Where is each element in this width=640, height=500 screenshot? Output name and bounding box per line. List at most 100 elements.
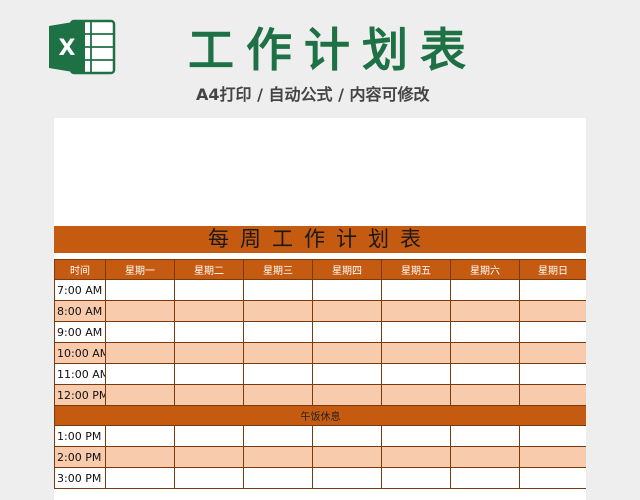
plan-cell[interactable] [174,342,244,364]
table-row: 9:00 AM [54,321,586,343]
plan-cell[interactable] [450,300,520,322]
column-header-day: 星期二 [174,259,244,280]
plan-cell[interactable] [105,279,175,301]
plan-cell[interactable] [105,363,175,385]
plan-cell[interactable] [105,300,175,322]
time-cell: 10:00 AM [54,342,106,364]
plan-cell[interactable] [174,467,244,489]
plan-cell[interactable] [243,467,313,489]
excel-logo-letter: X [59,36,76,61]
time-cell: 12:00 PM [54,384,106,406]
lunch-break-row: 午饭休息 [54,405,586,426]
plan-cell[interactable] [105,342,175,364]
table-row: 11:00 AM [54,363,586,385]
plan-cell[interactable] [381,467,451,489]
spreadsheet-preview: 每周工作计划表 时间 星期一 星期二 星期三 星期四 星期五 星期六 星期日 7:00 AM 8… [54,118,586,500]
plan-cell[interactable] [174,446,244,468]
time-cell: 9:00 AM [54,321,106,343]
time-cell: 3:00 PM [54,467,106,489]
time-cell: 1:00 PM [54,425,106,447]
plan-cell[interactable] [381,279,451,301]
plan-cell[interactable] [243,363,313,385]
weekly-plan-table: 时间 星期一 星期二 星期三 星期四 星期五 星期六 星期日 7:00 AM 8:00 AM 9:… [54,259,586,489]
plan-cell[interactable] [450,425,520,447]
plan-cell[interactable] [243,425,313,447]
plan-cell[interactable] [312,279,382,301]
column-header-day: 星期三 [243,259,313,280]
plan-cell[interactable] [312,300,382,322]
plan-cell[interactable] [243,279,313,301]
plan-cell[interactable] [312,321,382,343]
plan-cell[interactable] [381,300,451,322]
plan-cell[interactable] [450,321,520,343]
table-row: 7:00 AM [54,279,586,301]
plan-cell[interactable] [174,384,244,406]
plan-cell[interactable] [519,279,586,301]
plan-cell[interactable] [312,384,382,406]
time-cell: 8:00 AM [54,300,106,322]
column-header-day: 星期一 [105,259,175,280]
plan-cell[interactable] [174,321,244,343]
plan-cell[interactable] [312,342,382,364]
plan-cell[interactable] [519,321,586,343]
time-cell: 2:00 PM [54,446,106,468]
table-header-row: 时间 星期一 星期二 星期三 星期四 星期五 星期六 星期日 [54,259,586,280]
sheet-title: 每周工作计划表 [54,226,586,253]
plan-cell[interactable] [450,342,520,364]
column-header-day: 星期四 [312,259,382,280]
plan-cell[interactable] [312,446,382,468]
plan-cell[interactable] [312,467,382,489]
plan-cell[interactable] [105,384,175,406]
plan-cell[interactable] [450,446,520,468]
plan-cell[interactable] [105,446,175,468]
plan-cell[interactable] [519,425,586,447]
plan-cell[interactable] [312,363,382,385]
plan-cell[interactable] [519,300,586,322]
plan-cell[interactable] [450,467,520,489]
plan-cell[interactable] [243,321,313,343]
table-row: 12:00 PM [54,384,586,406]
plan-cell[interactable] [381,425,451,447]
time-cell: 7:00 AM [54,279,106,301]
plan-cell[interactable] [381,342,451,364]
plan-cell[interactable] [243,384,313,406]
plan-cell[interactable] [519,446,586,468]
plan-cell[interactable] [243,446,313,468]
plan-cell[interactable] [243,300,313,322]
table-row: 1:00 PM [54,425,586,447]
excel-logo-icon: X [49,19,116,75]
table-row: 8:00 AM [54,300,586,322]
plan-cell[interactable] [174,425,244,447]
table-row: 3:00 PM [54,467,586,489]
plan-cell[interactable] [174,363,244,385]
plan-cell[interactable] [174,300,244,322]
plan-cell[interactable] [105,321,175,343]
plan-cell[interactable] [312,425,382,447]
table-row: 2:00 PM [54,446,586,468]
plan-cell[interactable] [243,342,313,364]
column-header-time: 时间 [54,259,106,280]
table-row: 10:00 AM [54,342,586,364]
column-header-day: 星期日 [519,259,586,280]
page-header: X 工作计划表 A4打印 / 自动公式 / 内容可修改 [0,0,640,118]
plan-cell[interactable] [381,321,451,343]
page-subtitle: A4打印 / 自动公式 / 内容可修改 [196,85,430,104]
column-header-day: 星期五 [381,259,451,280]
plan-cell[interactable] [519,363,586,385]
plan-cell[interactable] [381,363,451,385]
plan-cell[interactable] [450,363,520,385]
plan-cell[interactable] [381,384,451,406]
lunch-break-label: 午饭休息 [54,405,586,426]
column-header-day: 星期六 [450,259,520,280]
plan-cell[interactable] [519,467,586,489]
time-cell: 11:00 AM [54,363,106,385]
plan-cell[interactable] [519,342,586,364]
plan-cell[interactable] [105,467,175,489]
plan-cell[interactable] [174,279,244,301]
plan-cell[interactable] [105,425,175,447]
plan-cell[interactable] [381,446,451,468]
plan-cell[interactable] [450,279,520,301]
page-title: 工作计划表 [188,23,478,77]
plan-cell[interactable] [450,384,520,406]
plan-cell[interactable] [519,384,586,406]
